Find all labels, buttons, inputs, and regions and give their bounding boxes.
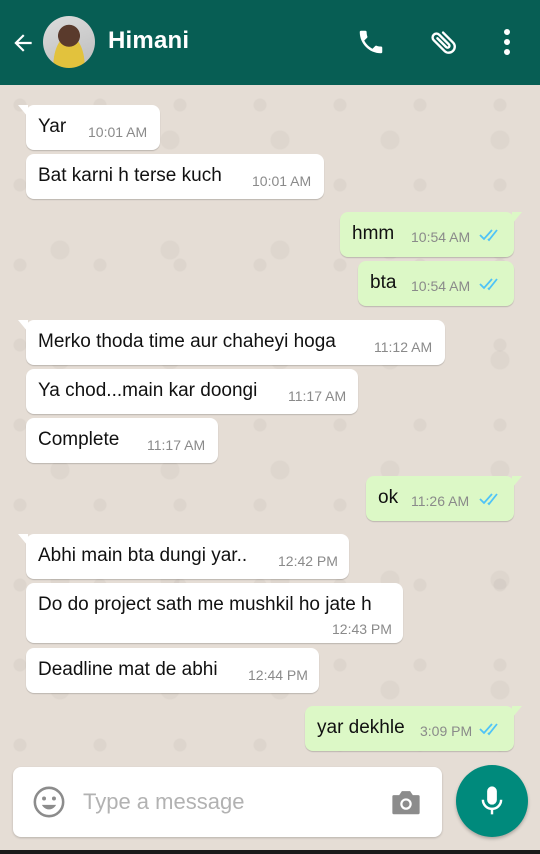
message-text: Deadline mat de abhi <box>38 659 218 680</box>
message-outgoing[interactable]: hmm 10:54 AM <box>340 212 522 257</box>
contact-name[interactable]: Himani <box>108 27 189 55</box>
phone-icon <box>359 30 383 54</box>
paperclip-icon <box>431 31 456 54</box>
message-time: 11:17 AM <box>147 437 206 453</box>
menu-button[interactable] <box>492 26 522 58</box>
back-button[interactable] <box>6 24 40 62</box>
message-outgoing[interactable]: ok 11:26 AM <box>366 476 522 521</box>
message-text: ok <box>378 487 399 508</box>
emoji-button[interactable] <box>32 785 66 819</box>
message-incoming[interactable]: Merko thoda time aur chaheyi hoga 11:12 … <box>18 320 445 365</box>
message-time: 11:12 AM <box>374 339 433 355</box>
message-incoming[interactable]: Deadline mat de abhi 12:44 PM <box>26 648 319 693</box>
arrow-left-icon <box>14 34 32 52</box>
message-input[interactable] <box>83 785 373 819</box>
camera-icon <box>392 791 420 815</box>
avatar[interactable] <box>43 16 95 68</box>
attach-button[interactable] <box>428 26 460 58</box>
message-composer <box>13 767 442 837</box>
message-incoming[interactable]: Ya chod...main kar doongi 11:17 AM <box>26 369 358 414</box>
message-incoming[interactable]: Complete 11:17 AM <box>26 418 218 463</box>
call-button[interactable] <box>355 26 387 58</box>
mic-button[interactable] <box>456 765 528 837</box>
message-time: 12:43 PM <box>332 621 392 637</box>
chat-area[interactable]: Yar 10:01 AM Bat karni h terse kuch 10:0… <box>0 85 540 765</box>
system-bottom-bar <box>0 850 540 854</box>
message-text: bta <box>370 272 397 293</box>
smiley-icon <box>33 786 65 818</box>
chat-header: Himani <box>0 0 540 85</box>
more-vertical-icon <box>504 29 510 55</box>
message-incoming[interactable]: Bat karni h terse kuch 10:01 AM <box>26 154 324 199</box>
read-ticks-icon <box>479 723 498 736</box>
message-incoming[interactable]: Yar 10:01 AM <box>18 105 160 150</box>
camera-button[interactable] <box>389 787 423 817</box>
message-incoming[interactable]: Do do project sath me mushkil ho jate h … <box>26 583 403 643</box>
message-time: 10:01 AM <box>88 124 148 140</box>
message-text: Complete <box>38 429 120 450</box>
read-ticks-icon <box>479 229 498 242</box>
message-time: 10:01 AM <box>252 173 312 189</box>
read-ticks-icon <box>479 278 498 291</box>
message-incoming[interactable]: Abhi main bta dungi yar.. 12:42 PM <box>18 534 349 579</box>
message-text: Bat karni h terse kuch <box>38 165 222 186</box>
message-text: Yar <box>38 116 67 137</box>
message-text: Abhi main bta dungi yar.. <box>38 545 248 566</box>
message-time: 11:26 AM <box>411 493 470 509</box>
message-outgoing[interactable]: yar dekhle 3:09 PM <box>305 706 522 751</box>
read-ticks-icon <box>479 493 498 506</box>
message-time: 12:42 PM <box>278 553 338 569</box>
message-time: 10:54 AM <box>411 278 471 294</box>
message-outgoing[interactable]: bta 10:54 AM <box>358 261 514 306</box>
microphone-icon <box>481 786 503 815</box>
message-text: hmm <box>352 223 395 244</box>
message-time: 11:17 AM <box>288 388 347 404</box>
message-time: 3:09 PM <box>420 723 473 739</box>
message-time: 10:54 AM <box>411 229 471 245</box>
message-time: 12:44 PM <box>248 667 308 683</box>
message-text: Do do project sath me mushkil ho jate h <box>38 594 372 615</box>
message-text: Merko thoda time aur chaheyi hoga <box>38 331 336 352</box>
message-text: yar dekhle <box>317 717 405 738</box>
message-text: Ya chod...main kar doongi <box>38 380 258 401</box>
